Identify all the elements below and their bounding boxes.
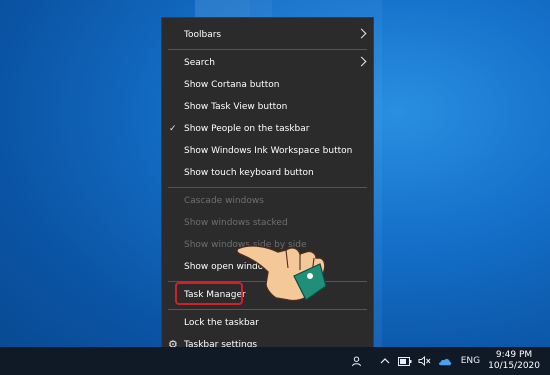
menu-item-show-task-view-button[interactable]: Show Task View button: [162, 96, 373, 118]
menu-item-label: Cascade windows: [184, 196, 264, 206]
language-indicator[interactable]: ENG: [461, 356, 480, 366]
menu-separator: [168, 187, 367, 188]
chevron-right-icon: [356, 56, 367, 67]
menu-item-search[interactable]: Search: [162, 52, 373, 74]
menu-item-cascade-windows: Cascade windows: [162, 190, 373, 212]
menu-separator: [168, 309, 367, 310]
people-icon[interactable]: [350, 354, 364, 368]
volume-mute-icon[interactable]: [418, 354, 432, 368]
menu-item-label: Show Cortana button: [184, 80, 280, 90]
checkmark-icon: ✓: [169, 124, 177, 134]
onedrive-cloud-icon[interactable]: [438, 354, 452, 368]
menu-item-show-people[interactable]: ✓ Show People on the taskbar: [162, 118, 373, 140]
clock[interactable]: 9:49 PM 10/15/2020: [488, 350, 540, 372]
menu-item-label: Lock the taskbar: [184, 318, 259, 328]
menu-item-show-cortana-button[interactable]: Show Cortana button: [162, 74, 373, 96]
chevron-up-icon[interactable]: [378, 354, 392, 368]
chevron-right-icon: [356, 28, 367, 39]
task-manager-highlight-box: [175, 282, 243, 305]
pointing-hand-icon: [236, 245, 327, 302]
battery-icon[interactable]: [397, 354, 412, 368]
menu-item-label: Show Windows Ink Workspace button: [184, 146, 353, 156]
menu-item-label: Toolbars: [184, 30, 222, 40]
taskbar-context-menu: Toolbars Search Show Cortana button Show…: [161, 17, 374, 358]
menu-item-label: Show touch keyboard button: [184, 168, 314, 178]
clock-date: 10/15/2020: [488, 361, 540, 371]
menu-separator: [168, 49, 367, 50]
menu-item-label: Show Task View button: [184, 102, 288, 112]
menu-item-label: Search: [184, 58, 215, 68]
menu-item-show-touch-keyboard[interactable]: Show touch keyboard button: [162, 162, 373, 184]
menu-item-lock-taskbar[interactable]: Lock the taskbar: [162, 312, 373, 334]
menu-item-label: Show People on the taskbar: [184, 124, 310, 134]
menu-item-show-windows-ink[interactable]: Show Windows Ink Workspace button: [162, 140, 373, 162]
clock-time: 9:49 PM: [495, 350, 533, 360]
system-tray: ENG 9:49 PM 10/15/2020: [347, 347, 546, 375]
menu-item-toolbars[interactable]: Toolbars: [162, 24, 373, 46]
taskbar: ENG 9:49 PM 10/15/2020: [0, 347, 550, 375]
